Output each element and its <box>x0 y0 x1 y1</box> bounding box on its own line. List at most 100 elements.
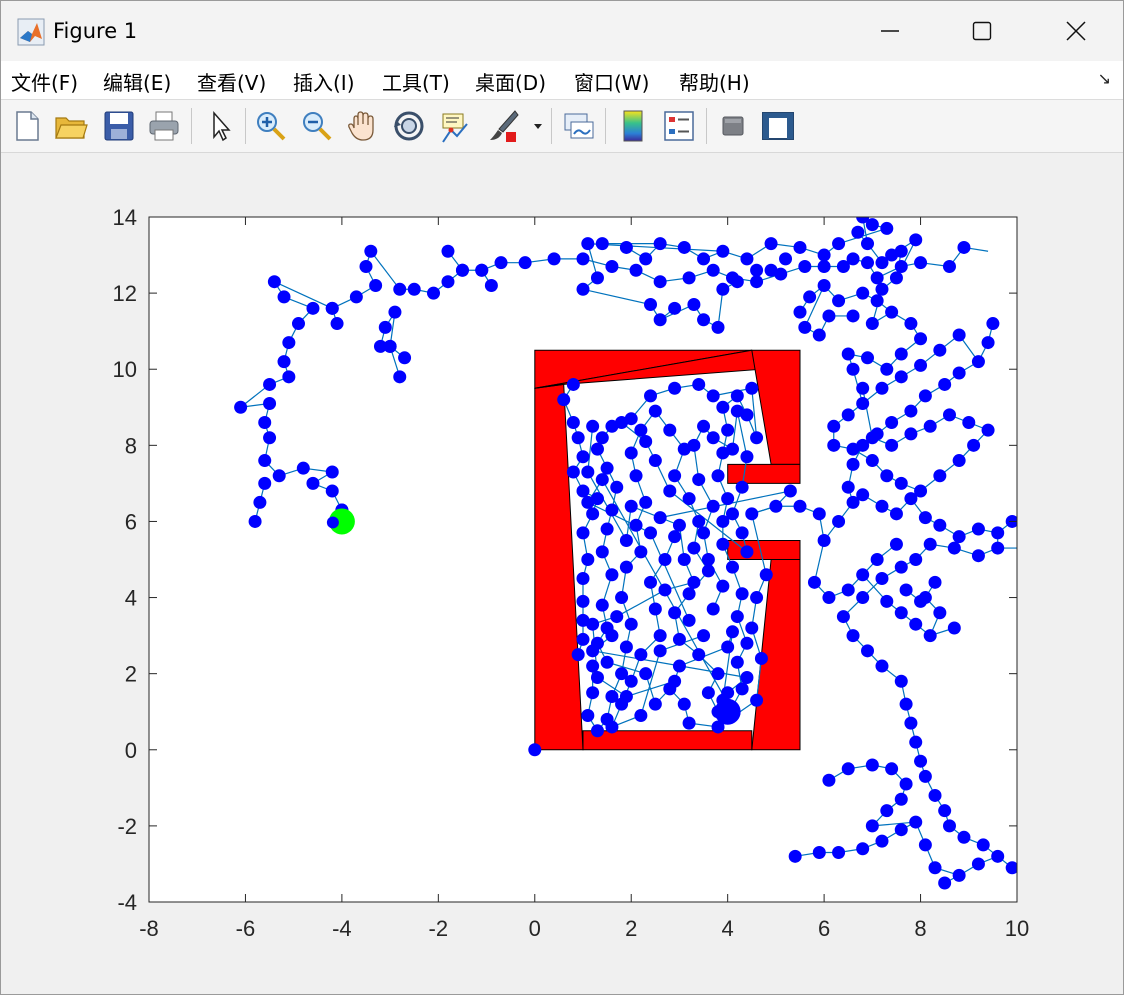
tree-node <box>682 613 696 627</box>
tree-node <box>629 518 643 532</box>
tree-node <box>639 495 653 509</box>
colorbar-icon[interactable] <box>615 108 651 144</box>
legend-icon[interactable] <box>661 108 697 144</box>
tree-node <box>658 553 672 566</box>
menu-tools[interactable]: 工具(T) <box>382 67 450 96</box>
dock-arrow-icon[interactable]: ↘ <box>1098 69 1111 88</box>
tree-node <box>701 553 715 566</box>
tree-node <box>832 294 846 308</box>
menu-bar: 文件(F) 编辑(E) 查看(V) 插入(I) 工具(T) 桌面(D) 窗口(W… <box>1 61 1123 100</box>
zoom-out-icon[interactable] <box>299 108 335 144</box>
tree-node <box>282 370 296 384</box>
tree-node <box>870 553 884 566</box>
tree-node <box>326 516 339 529</box>
tree-node <box>812 846 826 860</box>
tree-node <box>846 362 860 376</box>
tree-node <box>624 674 638 688</box>
tree-node <box>788 849 802 863</box>
menu-view[interactable]: 查看(V) <box>197 67 266 96</box>
tree-node <box>914 332 928 346</box>
tree-node <box>668 469 682 483</box>
tree-node <box>991 541 1005 555</box>
tree-node <box>938 876 952 890</box>
minimize-button[interactable] <box>845 1 935 61</box>
new-figure-icon[interactable] <box>9 108 45 144</box>
tree-node <box>918 389 932 403</box>
menu-file[interactable]: 文件(F) <box>11 67 78 96</box>
tree-node <box>605 629 619 643</box>
pointer-icon[interactable] <box>203 108 239 144</box>
open-file-icon[interactable] <box>53 108 89 144</box>
tree-node <box>899 777 913 791</box>
tree-node <box>952 454 966 468</box>
tree-node <box>653 629 667 643</box>
menu-window[interactable]: 窗口(W) <box>574 67 649 96</box>
tree-node <box>581 237 595 251</box>
goal-marker <box>714 698 741 725</box>
tree-node <box>576 252 590 266</box>
brush-dropdown-icon[interactable] <box>529 108 547 144</box>
tree-node <box>909 815 923 829</box>
toolbar-separator <box>551 108 552 144</box>
data-cursor-icon[interactable] <box>437 108 473 144</box>
menu-insert[interactable]: 插入(I) <box>293 67 355 96</box>
tree-node <box>721 640 735 654</box>
tree-node <box>875 499 889 513</box>
tree-node <box>668 674 682 688</box>
rotate-3d-icon[interactable] <box>391 108 427 144</box>
pan-icon[interactable] <box>345 108 381 144</box>
tree-node <box>918 838 932 852</box>
tree-node <box>383 339 397 353</box>
menu-help[interactable]: 帮助(H) <box>679 67 750 96</box>
tree-node <box>282 336 296 350</box>
link-plot-icon[interactable] <box>561 108 597 144</box>
menu-edit[interactable]: 编辑(E) <box>103 67 171 96</box>
tree-node <box>880 469 894 483</box>
tree-node <box>595 237 609 251</box>
tree-node <box>648 602 662 616</box>
tree-node <box>783 484 797 498</box>
tree-node <box>725 625 739 639</box>
plot-canvas[interactable]: -8 -6 -4 -2 0 2 4 6 8 10 -4 -2 0 2 4 6 8 10 12 14 <box>1 153 1123 994</box>
tree-node <box>817 533 831 547</box>
close-button[interactable] <box>1031 1 1121 61</box>
print-icon[interactable] <box>146 108 182 144</box>
y-tick-label: 6 <box>125 509 137 534</box>
tree-node <box>639 667 653 681</box>
tree-node <box>894 476 908 490</box>
tree-node <box>668 301 682 315</box>
tree-node <box>861 256 875 270</box>
title-bar[interactable]: Figure 1 <box>1 1 1123 61</box>
save-icon[interactable] <box>101 108 137 144</box>
tree-node <box>865 758 879 772</box>
tree-node <box>595 473 609 487</box>
tree-node <box>904 716 918 730</box>
tree-node <box>648 697 662 711</box>
tree-node <box>856 591 870 605</box>
tree-node <box>697 419 711 433</box>
tree-node <box>595 545 609 559</box>
brush-icon[interactable] <box>485 108 521 144</box>
tree-node <box>687 541 701 555</box>
tree-node <box>615 591 629 605</box>
tree-node <box>889 271 903 285</box>
maximize-button[interactable] <box>937 1 1027 61</box>
show-plot-tools-icon[interactable] <box>760 108 796 144</box>
tree-node <box>644 389 658 403</box>
tree-node <box>721 686 735 700</box>
tree-node <box>861 237 875 251</box>
y-tick-label: -4 <box>117 890 137 915</box>
tree-node <box>923 419 937 433</box>
tree-node <box>258 454 272 468</box>
hide-plot-tools-icon[interactable] <box>715 108 751 144</box>
tree-node <box>441 275 455 289</box>
tree-node <box>933 518 947 532</box>
toolbar-separator <box>706 108 707 144</box>
window-title: Figure 1 <box>53 19 138 43</box>
tree-node <box>885 416 899 429</box>
tree-node <box>653 313 667 327</box>
tree-node <box>697 252 711 266</box>
zoom-in-icon[interactable] <box>253 108 289 144</box>
menu-desktop[interactable]: 桌面(D) <box>475 67 546 96</box>
tree-node <box>894 823 908 837</box>
